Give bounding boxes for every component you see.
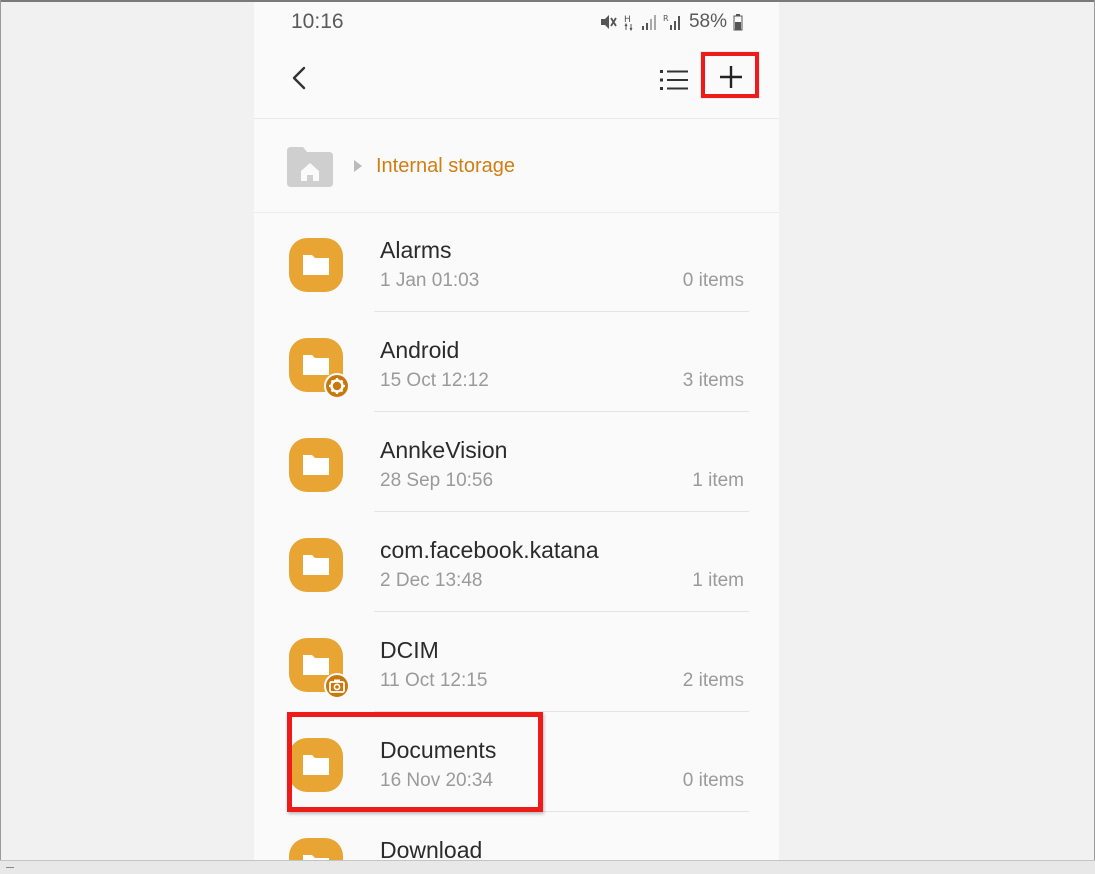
folder-name: AnnkeVision <box>380 437 508 463</box>
breadcrumb: Internal storage <box>254 119 779 213</box>
home-folder-icon[interactable] <box>287 147 333 187</box>
svg-text:R: R <box>663 14 669 23</box>
folder-name: DCIM <box>380 637 439 663</box>
folder-date: 16 Nov 20:34 <box>380 770 494 791</box>
folder-icon <box>289 238 343 292</box>
folder-list: Alarms 1 Jan 01:03 0 items Android 15 Oc… <box>254 212 779 860</box>
phone-screen: 10:16 H R 58% Internal storage Alarms 1 … <box>254 2 779 860</box>
status-time: 10:16 <box>291 10 344 33</box>
folder-date: 2 Dec 13:48 <box>380 570 483 591</box>
gear-icon <box>324 373 350 399</box>
create-folder-button[interactable] <box>701 52 761 102</box>
breadcrumb-separator-icon <box>354 160 362 172</box>
battery-percentage: 58% <box>688 11 727 32</box>
folder-name: Android <box>380 337 460 363</box>
folder-row-dcim[interactable]: DCIM 11 Oct 12:15 2 items <box>254 612 779 712</box>
folder-count: 0 items <box>682 770 744 791</box>
window-bottom-bar <box>0 860 1095 874</box>
folder-icon <box>289 838 343 860</box>
status-bar: 10:16 H R 58% <box>254 2 779 42</box>
window-left-border <box>0 0 1 874</box>
folder-icon <box>289 738 343 792</box>
folder-name: Alarms <box>380 237 452 263</box>
bottom-bar-mark <box>6 867 14 868</box>
folder-date: 11 Oct 12:15 <box>380 670 488 691</box>
network-h-icon: H <box>623 13 635 31</box>
app-bar <box>254 42 779 119</box>
folder-row-documents[interactable]: Documents 16 Nov 20:34 0 items <box>254 712 779 812</box>
folder-count: 1 item <box>692 470 744 491</box>
svg-text:H: H <box>624 15 631 25</box>
mute-icon <box>599 13 617 31</box>
back-button[interactable] <box>280 58 320 98</box>
status-icons: H R 58% <box>599 11 743 33</box>
folder-count: 2 items <box>682 670 744 691</box>
camera-icon <box>324 673 350 699</box>
folder-icon <box>289 438 343 492</box>
folder-count: 1 item <box>692 570 744 591</box>
signal-roaming-icon: R <box>663 13 683 31</box>
signal-icon <box>641 13 657 31</box>
folder-icon <box>289 538 343 592</box>
plus-icon <box>720 66 742 88</box>
folder-row-download[interactable]: Download <box>254 812 779 860</box>
folder-name: Documents <box>380 737 497 763</box>
folder-row-annkevision[interactable]: AnnkeVision 28 Sep 10:56 1 item <box>254 412 779 512</box>
breadcrumb-internal-storage[interactable]: Internal storage <box>376 155 515 178</box>
folder-name: com.facebook.katana <box>380 537 599 563</box>
folder-count: 0 items <box>682 270 744 291</box>
folder-count: 3 items <box>682 370 744 391</box>
folder-date: 28 Sep 10:56 <box>380 470 494 491</box>
folder-date: 15 Oct 12:12 <box>380 370 489 391</box>
list-view-icon <box>660 70 688 90</box>
folder-row-android[interactable]: Android 15 Oct 12:12 3 items <box>254 312 779 412</box>
folder-name: Download <box>380 837 483 860</box>
folder-row-com-facebook-katana[interactable]: com.facebook.katana 2 Dec 13:48 1 item <box>254 512 779 612</box>
folder-row-alarms[interactable]: Alarms 1 Jan 01:03 0 items <box>254 212 779 312</box>
folder-date: 1 Jan 01:03 <box>380 270 480 291</box>
battery-icon <box>733 13 743 31</box>
back-arrow-icon <box>292 66 306 90</box>
list-view-button[interactable] <box>654 60 694 100</box>
